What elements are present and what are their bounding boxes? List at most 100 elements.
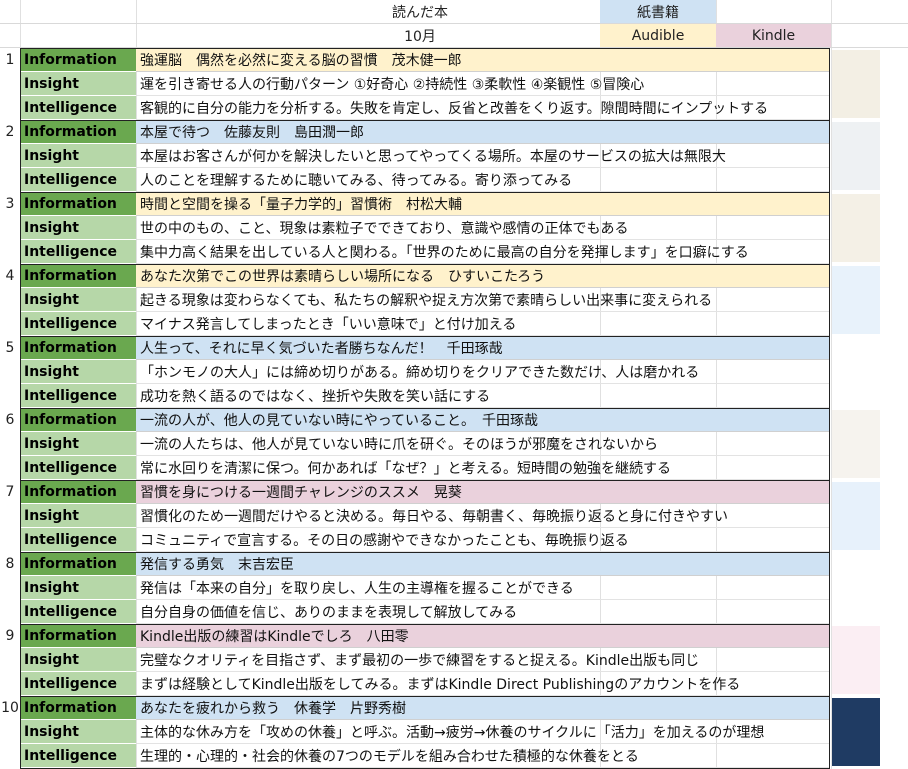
- legend-audible[interactable]: Audible: [600, 24, 716, 48]
- intel-text-cell[interactable]: 客観的に自分の能力を分析する。失敗を肯定し、反省と改善をくり返す。隙間時間にイン…: [136, 96, 830, 120]
- book-row-info: 1 Information 強運脳 偶然を必然に変える脳の習慣 茂木健一郎: [0, 48, 908, 72]
- intel-text-cell[interactable]: 自分自身の価値を信じ、ありのままを表現して解放してみる: [136, 600, 830, 624]
- insight-text-cell[interactable]: 「ホンモノの大人」には締め切りがある。締め切りをクリアできた数だけ、人は磨かれる: [136, 360, 830, 384]
- book-row-intel: Intelligence 常に水回りを清潔に保つ。何かあれば「なぜ？」と考える。短…: [0, 456, 908, 480]
- book-row-insight: Insight 本屋はお客さんが何かを解決したいと思ってやってくる場所。本屋のサー…: [0, 144, 908, 168]
- book-cover-image: [832, 50, 880, 118]
- book-cover-image: [832, 410, 880, 478]
- book-row-info: 10 Information あなたを疲れから救う 休養学 片野秀樹: [0, 696, 908, 720]
- insight-text-cell[interactable]: 一流の人たちは、他人が見ていない時に爪を研ぐ。そのほうが邪魔をされないから: [136, 432, 830, 456]
- book-row-info: 2 Information 本屋で待つ 佐藤友則 島田潤一郎: [0, 120, 908, 144]
- insight-label-cell[interactable]: Insight: [20, 216, 136, 240]
- legend-kindle[interactable]: Kindle: [716, 24, 831, 48]
- book-cover-image: [832, 626, 880, 694]
- insight-text-cell[interactable]: 起きる現象は変わらなくても、私たちの解釈や捉え方次第で素晴らしい出来事に変えられ…: [136, 288, 830, 312]
- insight-text-cell[interactable]: 本屋はお客さんが何かを解決したいと思ってやってくる場所。本屋のサービスの拡大は無…: [136, 144, 830, 168]
- book-row-insight: Insight 発信は「本来の自分」を取り戻し、人生の主導権を握ることができる: [0, 576, 908, 600]
- intel-label-cell[interactable]: Intelligence: [20, 672, 136, 696]
- book-title-cell[interactable]: 時間と空間を操る「量子力学的」習慣術 村松大輔: [136, 192, 830, 216]
- intel-text-cell[interactable]: 人のことを理解するために聴いてみる、待ってみる。寄り添ってみる: [136, 168, 830, 192]
- book-title-cell[interactable]: あなた次第でこの世界は素晴らしい場所になる ひすいこたろう: [136, 264, 830, 288]
- book-row-insight: Insight 世の中のもの、こと、現象は素粒子でできており、意識や感情の正体でも…: [0, 216, 908, 240]
- insight-text-cell[interactable]: 発信は「本来の自分」を取り戻し、人生の主導権を握ることができる: [136, 576, 830, 600]
- info-label-cell[interactable]: Information: [20, 192, 136, 216]
- row-number: 1: [5, 52, 15, 68]
- info-label-cell[interactable]: Information: [20, 624, 136, 648]
- intel-text-cell[interactable]: まずは経験としてKindle出版をしてみる。まずはKindle Direct P…: [136, 672, 830, 696]
- intel-text-cell[interactable]: 成功を熱く語るのではなく、挫折や失敗を笑い話にする: [136, 384, 830, 408]
- book-row-insight: Insight 完璧なクオリティを目指さず、まず最初の一歩で練習をすると捉える。K…: [0, 648, 908, 672]
- book-title-cell[interactable]: 習慣を身につける一週間チャレンジのススメ 晃葵: [136, 480, 830, 504]
- info-label-cell[interactable]: Information: [20, 552, 136, 576]
- book-title-cell[interactable]: 人生って、それに早く気づいた者勝ちなんだ！ 千田琢哉: [136, 336, 830, 360]
- book-row-intel: Intelligence マイナス発言してしまったとき「いい意味で」と付け加える: [0, 312, 908, 336]
- intel-label-cell[interactable]: Intelligence: [20, 312, 136, 336]
- info-label-cell[interactable]: Information: [20, 48, 136, 72]
- row-number: 3: [5, 196, 15, 212]
- intel-text-cell[interactable]: 常に水回りを清潔に保つ。何かあれば「なぜ？」と考える。短時間の勉強を継続する: [136, 456, 830, 480]
- book-row-insight: Insight 主体的な休み方を「攻めの休養」と呼ぶ。活動→疲労→休養のサイクルに…: [0, 720, 908, 744]
- insight-label-cell[interactable]: Insight: [20, 648, 136, 672]
- info-label-cell[interactable]: Information: [20, 264, 136, 288]
- insight-label-cell[interactable]: Insight: [20, 576, 136, 600]
- book-row-intel: Intelligence 成功を熱く語るのではなく、挫折や失敗を笑い話にする: [0, 384, 908, 408]
- intel-text-cell[interactable]: 生理的・心理的・社会的休養の7つのモデルを組み合わせた積極的な休養をとる: [136, 744, 830, 768]
- info-label-cell[interactable]: Information: [20, 336, 136, 360]
- book-row-info: 7 Information 習慣を身につける一週間チャレンジのススメ 晃葵: [0, 480, 908, 504]
- book-cover-image: [832, 122, 880, 190]
- insight-text-cell[interactable]: 習慣化のため一週間だけやると決める。毎日やる、毎朝書く、毎晩振り返ると身に付きや…: [136, 504, 830, 528]
- insight-label-cell[interactable]: Insight: [20, 504, 136, 528]
- sheet-title[interactable]: 読んだ本: [360, 0, 480, 24]
- intel-text-cell[interactable]: 集中力高く結果を出している人と関わる。「世界のために最高の自分を発揮します」を口…: [136, 240, 830, 264]
- insight-label-cell[interactable]: Insight: [20, 288, 136, 312]
- month-label[interactable]: 10月: [360, 24, 480, 48]
- row-number: 8: [5, 556, 15, 572]
- book-title-cell[interactable]: 強運脳 偶然を必然に変える脳の習慣 茂木健一郎: [136, 48, 830, 72]
- book-row-info: 8 Information 発信する勇気 末吉宏臣: [0, 552, 908, 576]
- book-row-intel: Intelligence コミュニティで宣言する。その日の感謝やできなかったことも…: [0, 528, 908, 552]
- spreadsheet: 読んだ本 10月 紙書籍 Audible Kindle 1 Information…: [0, 0, 908, 769]
- insight-text-cell[interactable]: 運を引き寄せる人の行動パターン ①好奇心 ②持続性 ③柔軟性 ④楽観性 ⑤冒険心: [136, 72, 830, 96]
- row-number: 10: [1, 700, 19, 716]
- book-title-cell[interactable]: 本屋で待つ 佐藤友則 島田潤一郎: [136, 120, 830, 144]
- intel-text-cell[interactable]: マイナス発言してしまったとき「いい意味で」と付け加える: [136, 312, 830, 336]
- intel-label-cell[interactable]: Intelligence: [20, 384, 136, 408]
- book-cover-image: [832, 698, 880, 766]
- book-title-cell[interactable]: Kindle出版の練習はKindleでしろ 八田零: [136, 624, 830, 648]
- intel-label-cell[interactable]: Intelligence: [20, 96, 136, 120]
- book-cover-image: [832, 482, 880, 550]
- info-label-cell[interactable]: Information: [20, 696, 136, 720]
- info-label-cell[interactable]: Information: [20, 408, 136, 432]
- intel-label-cell[interactable]: Intelligence: [20, 600, 136, 624]
- book-title-cell[interactable]: あなたを疲れから救う 休養学 片野秀樹: [136, 696, 830, 720]
- book-title-cell[interactable]: 一流の人が、他人の見ていない時にやっていること。 千田琢哉: [136, 408, 830, 432]
- intel-label-cell[interactable]: Intelligence: [20, 744, 136, 768]
- insight-label-cell[interactable]: Insight: [20, 72, 136, 96]
- intel-text-cell[interactable]: コミュニティで宣言する。その日の感謝やできなかったことも、毎晩振り返る: [136, 528, 830, 552]
- book-row-info: 4 Information あなた次第でこの世界は素晴らしい場所になる ひすいこたろ…: [0, 264, 908, 288]
- row-number: 5: [5, 340, 15, 356]
- book-row-insight: Insight 起きる現象は変わらなくても、私たちの解釈や捉え方次第で素晴らしい出…: [0, 288, 908, 312]
- divider: [0, 23, 908, 24]
- intel-label-cell[interactable]: Intelligence: [20, 528, 136, 552]
- insight-text-cell[interactable]: 世の中のもの、こと、現象は素粒子でできており、意識や感情の正体でもある: [136, 216, 830, 240]
- insight-text-cell[interactable]: 主体的な休み方を「攻めの休養」と呼ぶ。活動→疲労→休養のサイクルに「活力」を加え…: [136, 720, 830, 744]
- intel-label-cell[interactable]: Intelligence: [20, 456, 136, 480]
- insight-text-cell[interactable]: 完璧なクオリティを目指さず、まず最初の一歩で練習をすると捉える。Kindle出版…: [136, 648, 830, 672]
- info-label-cell[interactable]: Information: [20, 480, 136, 504]
- book-row-intel: Intelligence 自分自身の価値を信じ、ありのままを表現して解放してみる: [0, 600, 908, 624]
- intel-label-cell[interactable]: Intelligence: [20, 168, 136, 192]
- insight-label-cell[interactable]: Insight: [20, 432, 136, 456]
- row-number: 4: [5, 268, 15, 284]
- book-row-info: 3 Information 時間と空間を操る「量子力学的」習慣術 村松大輔: [0, 192, 908, 216]
- book-row-info: 6 Information 一流の人が、他人の見ていない時にやっていること。 千田琢…: [0, 408, 908, 432]
- insight-label-cell[interactable]: Insight: [20, 720, 136, 744]
- book-row-insight: Insight 習慣化のため一週間だけやると決める。毎日やる、毎朝書く、毎晩振り返…: [0, 504, 908, 528]
- intel-label-cell[interactable]: Intelligence: [20, 240, 136, 264]
- insight-label-cell[interactable]: Insight: [20, 144, 136, 168]
- book-title-cell[interactable]: 発信する勇気 末吉宏臣: [136, 552, 830, 576]
- info-label-cell[interactable]: Information: [20, 120, 136, 144]
- legend-paper[interactable]: 紙書籍: [600, 0, 716, 24]
- row-number: 7: [5, 484, 15, 500]
- insight-label-cell[interactable]: Insight: [20, 360, 136, 384]
